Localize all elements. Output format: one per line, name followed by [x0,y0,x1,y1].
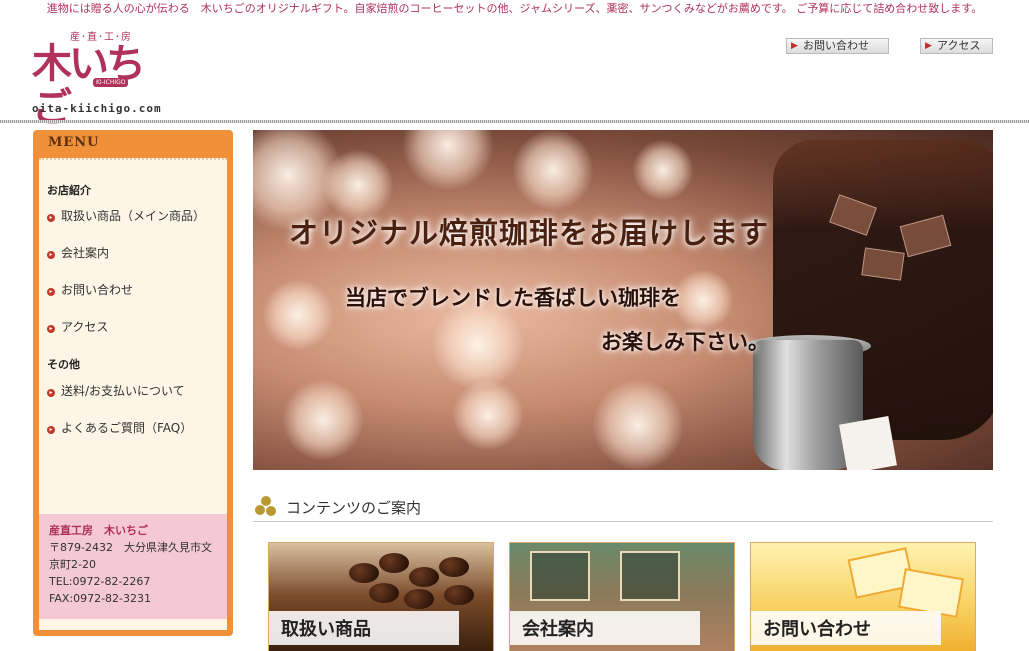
site-logo[interactable]: 産･直･工･房 木いちご KI-ICHIGO oita-kiichigo.com [30,26,165,130]
bokeh-light [433,300,523,390]
site-header: 産･直･工･房 木いちご KI-ICHIGO oita-kiichigo.com… [0,18,1029,130]
sidebar-item-label: お問い合わせ [61,283,134,297]
sidebar-item-shipping[interactable]: ▸ 送料/お支払いについて [47,382,185,399]
sidebar-item-label: アクセス [61,320,109,334]
coffee-bean [409,567,439,587]
building-window [620,551,680,601]
coffee-bean [349,563,379,583]
coffee-bean [444,585,474,605]
bullet-arrow-icon: ▸ [47,288,55,296]
sidebar-item-contact[interactable]: ▸ お問い合わせ [47,281,133,298]
banner-line2: 当店でブレンドした香ばしい珈琲を [345,285,681,310]
store-address-box: 産直工房 木いちご 〒879-2432 大分県津久見市文 京町2-20 TEL:… [39,514,227,619]
bullet-arrow-icon: ▸ [47,426,55,434]
arrow-right-icon: ▶ [925,41,932,51]
card-label-box: お問い合わせ [751,611,941,645]
coffee-bean [404,589,434,609]
bokeh-light [673,270,733,330]
ice-cube [861,247,905,281]
banner-headline: オリジナル焙煎珈琲をお届けします [289,216,770,250]
card-title: 取扱い商品 [281,619,371,640]
bullet-arrow-icon: ▸ [47,251,55,259]
store-tel: TEL:0972-82-2267 [49,575,151,588]
bullet-arrow-icon: ▸ [47,214,55,222]
sidebar-item-faq[interactable]: ▸ よくあるご質問（FAQ） [47,419,192,436]
sidebar-menu: MENU お店紹介 ▸ 取扱い商品（メイン商品） ▸ 会社案内 ▸ お問い合わせ ▸ ア… [33,130,233,636]
card-title: お問い合わせ [763,619,871,640]
bokeh-light [633,140,693,200]
card-contact[interactable]: お問い合わせ [750,542,976,651]
card-label-box: 会社案内 [510,611,700,645]
header-divider [0,120,1029,123]
card-label-box: 取扱い商品 [269,611,459,645]
arrow-right-icon: ▶ [791,41,798,51]
sidebar-category-other: その他 [47,358,80,371]
sidebar-title: MENU [48,135,100,150]
ice-cube [899,214,952,258]
logo-tag: KI-ICHIGO [93,78,129,87]
sidebar-item-label: 送料/お支払いについて [61,384,185,398]
sidebar-category-shop: お店紹介 [47,184,91,197]
ice-cube [829,194,877,236]
building-window [530,551,590,601]
announcement-text: 進物には贈る人の心が伝わる 木いちごのオリジナルギフト。自家焙煎のコーヒーセット… [46,2,983,15]
header-access-button[interactable]: ▶ アクセス [920,38,993,54]
coffee-bean [439,557,469,577]
sidebar-header: MENU [33,130,233,156]
store-name: 産直工房 木いちご [49,524,148,537]
hero-banner: オリジナル焙煎珈琲をお届けします 当店でブレンドした香ばしい珈琲を お楽しみ下さ… [253,130,993,470]
store-fax: FAX:0972-82-3231 [49,592,152,605]
bokeh-light [513,130,593,210]
bokeh-light [403,130,493,190]
card-company[interactable]: 会社案内 [509,542,735,651]
bokeh-light [263,280,333,350]
bullet-arrow-icon: ▸ [47,389,55,397]
header-access-label: アクセス [937,39,981,52]
sidebar-item-access[interactable]: ▸ アクセス [47,318,108,335]
bullet-arrow-icon: ▸ [47,325,55,333]
logo-url: oita-kiichigo.com [32,102,162,115]
header-contact-button[interactable]: ▶ お問い合わせ [786,38,889,54]
clover-icon [255,496,277,518]
section-title-text: コンテンツのご案内 [286,499,422,517]
bokeh-light [593,380,683,470]
card-products[interactable]: 取扱い商品 [268,542,494,651]
sidebar-item-label: 会社案内 [61,246,110,260]
top-announcement-bar: 進物には贈る人の心が伝わる 木いちごのオリジナルギフト。自家焙煎のコーヒーセット… [0,0,1029,18]
store-zip-address: 〒879-2432 大分県津久見市文 [49,541,212,554]
banner-line3: お楽しみ下さい。 [601,329,769,354]
sugar-cube [839,416,897,470]
coffee-bean [369,583,399,603]
sidebar-item-label: よくあるご質問（FAQ） [61,421,193,435]
sidebar-item-label: 取扱い商品（メイン商品） [61,209,206,223]
sidebar-item-products[interactable]: ▸ 取扱い商品（メイン商品） [47,207,205,224]
sidebar-item-company[interactable]: ▸ 会社案内 [47,244,109,261]
header-contact-label: お問い合わせ [803,39,869,52]
card-title: 会社案内 [522,619,594,640]
bokeh-light [283,380,363,460]
bokeh-light [453,380,523,450]
coffee-bean [379,553,409,573]
store-address-line2: 京町2-20 [49,558,96,571]
contents-section-title: コンテンツのご案内 [253,494,993,522]
